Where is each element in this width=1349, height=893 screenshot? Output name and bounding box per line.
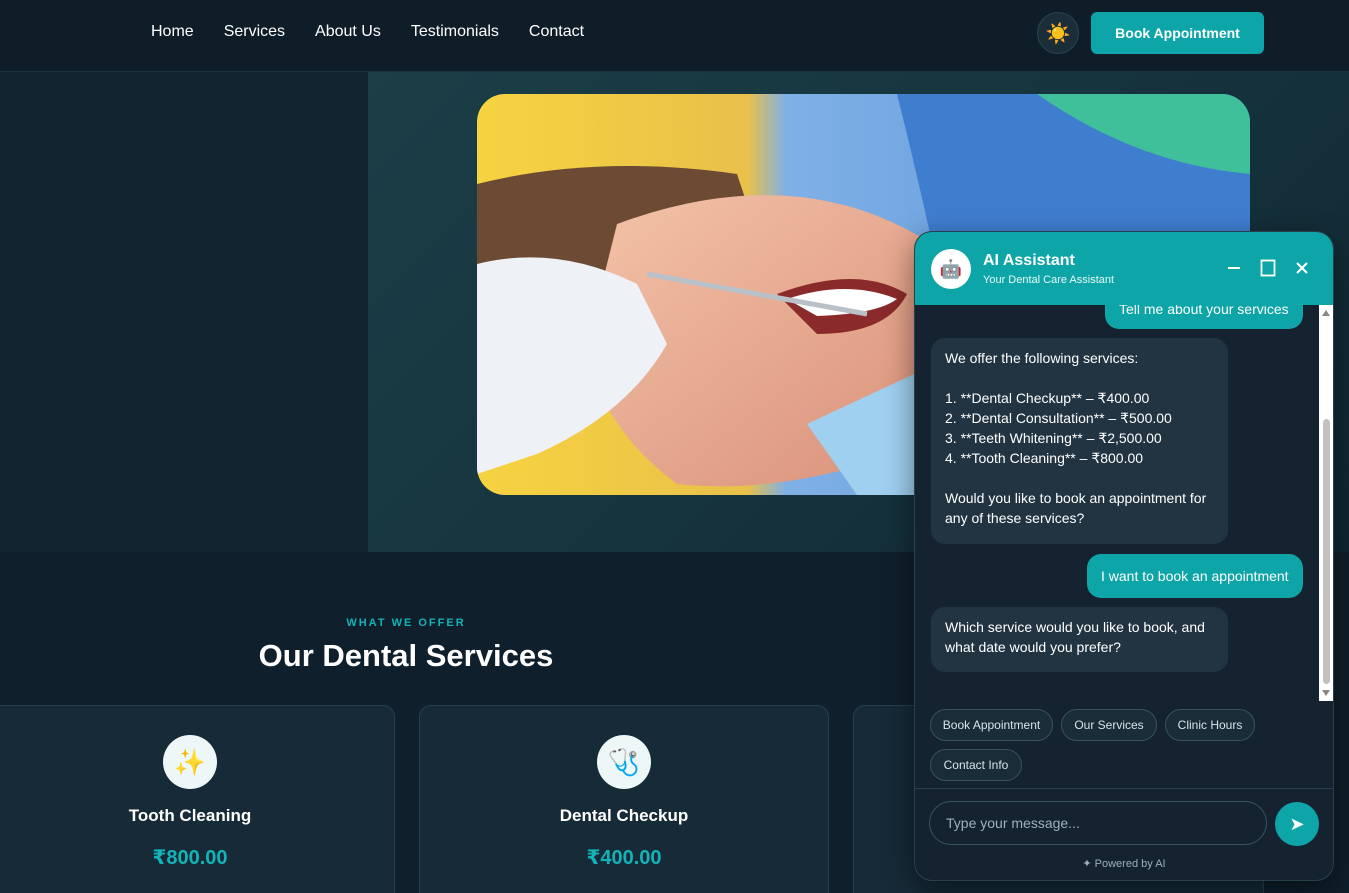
close-icon[interactable] [1291, 257, 1313, 279]
service-card-price: ₹800.00 [152, 847, 228, 869]
quick-reply-clinic-hours[interactable]: Clinic Hours [1165, 709, 1255, 741]
chat-subtitle: Your Dental Care Assistant [983, 274, 1115, 286]
chat-title: AI Assistant [983, 252, 1075, 269]
chat-message-input[interactable] [929, 801, 1267, 845]
user-message: Tell me about your services [1105, 305, 1303, 329]
hero-left-panel [0, 72, 368, 552]
nav-testimonials[interactable]: Testimonials [411, 23, 499, 41]
nav-home[interactable]: Home [151, 23, 194, 41]
quick-reply-book-appointment[interactable]: Book Appointment [930, 709, 1053, 741]
nav-links: Home Services About Us Testimonials Cont… [151, 0, 584, 64]
sun-icon: ☀️ [1045, 22, 1071, 45]
quick-replies: Book Appointment Our Services Clinic Hou… [915, 701, 1333, 789]
quick-reply-contact-info[interactable]: Contact Info [930, 749, 1022, 781]
nav-about-us[interactable]: About Us [315, 23, 381, 41]
send-icon[interactable]: ➤ [1275, 802, 1319, 846]
user-message: I want to book an appointment [1087, 554, 1303, 598]
sparkles-icon: ✨ [163, 735, 217, 789]
scroll-thumb[interactable] [1323, 419, 1330, 684]
service-card-price: ₹400.00 [586, 847, 662, 869]
book-appointment-button[interactable]: Book Appointment [1091, 12, 1264, 54]
nav-services[interactable]: Services [224, 23, 285, 41]
quick-reply-our-services[interactable]: Our Services [1061, 709, 1157, 741]
service-card-title: Tooth Cleaning [128, 806, 252, 825]
minimize-icon[interactable] [1223, 257, 1245, 279]
scroll-up-icon[interactable] [1322, 310, 1330, 316]
bot-message: Which service would you like to book, an… [931, 607, 1228, 672]
chat-message-list: Tell me about your services We offer the… [915, 305, 1319, 701]
chat-scrollbar[interactable] [1319, 305, 1333, 701]
powered-by-label: ✦ Powered by AI [1082, 858, 1166, 870]
robot-icon: 🤖 [931, 249, 971, 289]
scroll-down-icon[interactable] [1322, 690, 1330, 696]
theme-toggle-button[interactable]: ☀️ [1037, 12, 1079, 54]
services-title: Our Dental Services [258, 638, 554, 673]
top-navigation: Home Services About Us Testimonials Cont… [0, 0, 1349, 72]
maximize-icon[interactable] [1257, 257, 1279, 279]
chat-header: 🤖 AI Assistant Your Dental Care Assistan… [915, 232, 1333, 305]
ai-chat-widget: 🤖 AI Assistant Your Dental Care Assistan… [914, 231, 1334, 881]
service-card-dental-checkup[interactable]: 🩺 Dental Checkup ₹400.00 [419, 705, 829, 893]
service-card-tooth-cleaning[interactable]: ✨ Tooth Cleaning ₹800.00 [0, 705, 395, 893]
service-card-title: Dental Checkup [559, 806, 689, 825]
bot-message: We offer the following services: 1. **De… [931, 338, 1228, 544]
nav-contact[interactable]: Contact [529, 23, 584, 41]
services-eyebrow: WHAT WE OFFER [346, 617, 466, 629]
stethoscope-icon: 🩺 [597, 735, 651, 789]
